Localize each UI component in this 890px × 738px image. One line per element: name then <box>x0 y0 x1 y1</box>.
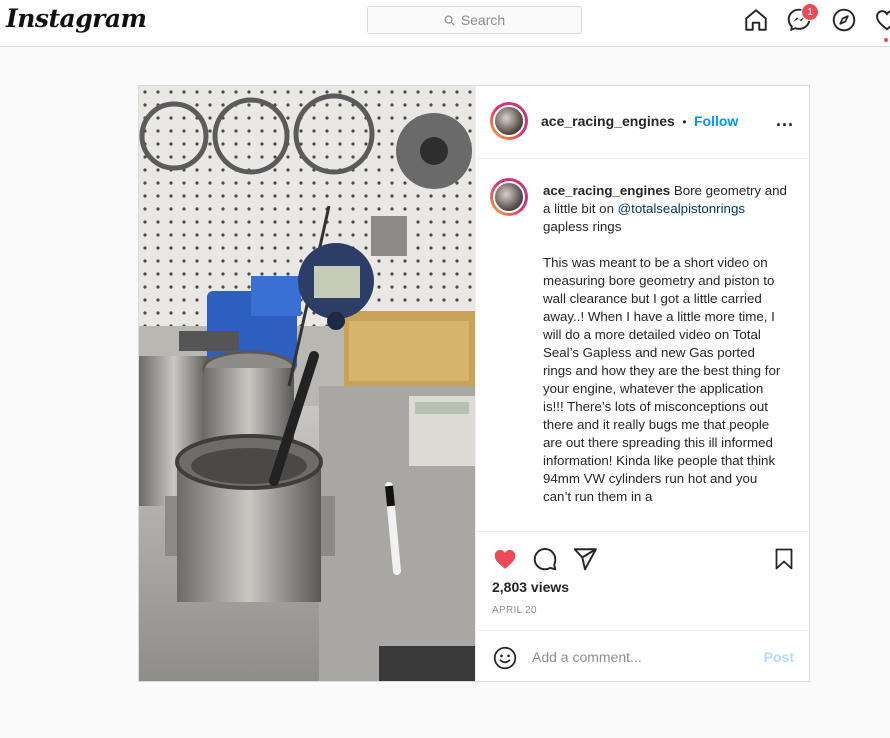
separator-dot: • <box>682 115 687 129</box>
caption-username[interactable]: ace_racing_engines <box>543 183 670 198</box>
search-placeholder: Search <box>460 12 506 28</box>
comment-input[interactable]: Add a comment... <box>532 649 642 665</box>
views-count[interactable]: 2,803 views <box>492 579 569 595</box>
follow-button[interactable]: Follow <box>694 113 738 129</box>
share-icon[interactable] <box>572 546 598 572</box>
save-bookmark-icon[interactable] <box>772 546 796 572</box>
instagram-logo[interactable]: Instagram <box>6 4 147 33</box>
post-modal: ace_racing_engines • Follow ... ace_raci… <box>138 85 810 682</box>
post-date[interactable]: APRIL 20 <box>492 605 537 616</box>
activity-dot <box>884 38 888 42</box>
post-actions: 2,803 views APRIL 20 Add a comment... Po… <box>476 531 810 682</box>
post-sidebar: ace_racing_engines • Follow ... ace_raci… <box>475 86 810 681</box>
top-navigation-bar: Instagram Search 1 <box>0 0 890 47</box>
search-input[interactable]: Search <box>367 6 582 34</box>
post-video[interactable] <box>139 86 475 681</box>
caption-intro-end: gapless rings <box>543 219 622 234</box>
caption-body: This was meant to be a short video on me… <box>543 255 781 504</box>
workshop-scene <box>139 86 475 681</box>
more-options-button[interactable]: ... <box>776 110 794 131</box>
caption-scroll-area[interactable]: ace_racing_engines Bore geometry and a l… <box>476 159 810 531</box>
emoji-icon[interactable] <box>492 645 518 671</box>
post-caption: ace_racing_engines Bore geometry and a l… <box>543 182 787 506</box>
caption-mention-link[interactable]: @totalsealpistonrings <box>618 201 745 216</box>
caption-avatar[interactable] <box>490 178 528 216</box>
home-icon[interactable] <box>743 7 769 33</box>
notification-badge: 1 <box>801 3 819 21</box>
comment-bar: Add a comment... Post <box>476 630 810 683</box>
header-username[interactable]: ace_racing_engines <box>541 113 675 129</box>
avatar-image <box>493 105 525 137</box>
search-icon <box>444 15 455 26</box>
avatar[interactable] <box>490 102 528 140</box>
post-comment-button[interactable]: Post <box>764 649 794 665</box>
caption-avatar-image <box>493 181 525 213</box>
post-header: ace_racing_engines • Follow ... <box>476 86 810 159</box>
explore-icon[interactable] <box>831 7 857 33</box>
like-heart-icon[interactable] <box>492 546 518 572</box>
activity-heart-icon[interactable] <box>874 7 890 33</box>
comment-icon[interactable] <box>532 546 558 572</box>
header-user-line: ace_racing_engines • Follow <box>541 113 738 131</box>
